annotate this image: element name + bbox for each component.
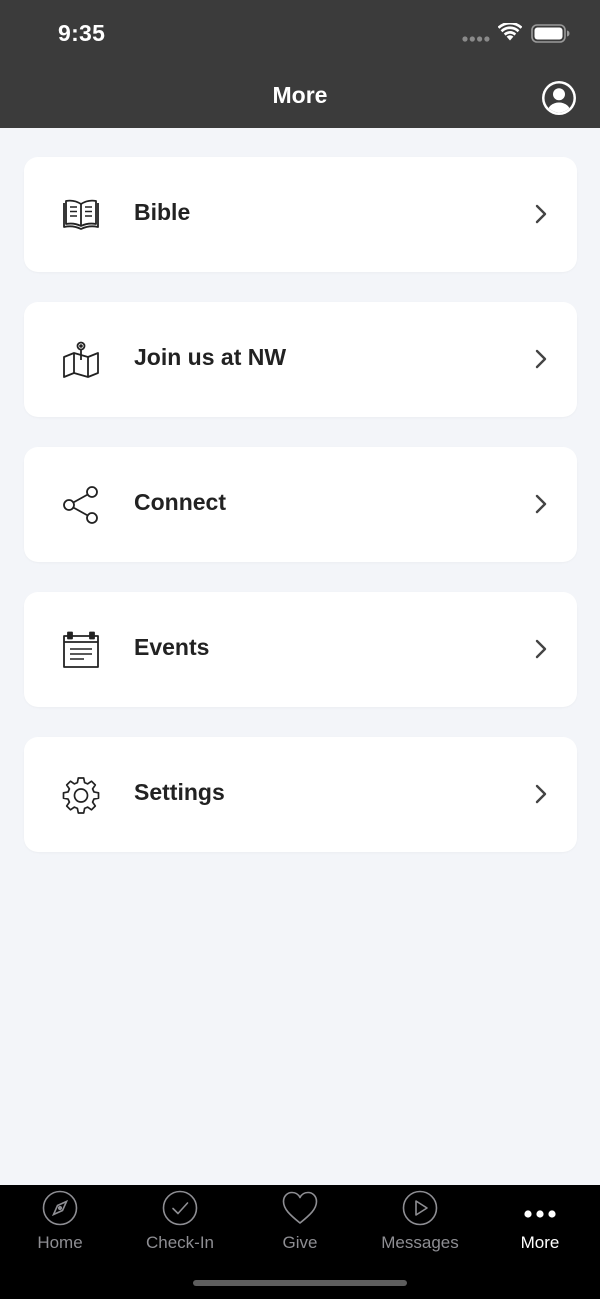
compass-icon bbox=[42, 1190, 78, 1226]
menu-item-settings[interactable]: Settings bbox=[24, 737, 577, 852]
app-header: 9:35 More bbox=[0, 0, 600, 128]
tab-messages[interactable]: Messages bbox=[360, 1185, 480, 1265]
chevron-right-icon bbox=[535, 204, 547, 224]
wifi-icon bbox=[498, 23, 522, 41]
page-title: More bbox=[272, 82, 328, 108]
menu-list: Bible Join us at NW Connect Events Setti… bbox=[24, 157, 577, 882]
calendar-icon bbox=[63, 631, 99, 668]
home-indicator[interactable] bbox=[193, 1280, 407, 1286]
play-circle-icon bbox=[402, 1190, 438, 1226]
open-book-icon bbox=[63, 199, 99, 230]
menu-item-label: Settings bbox=[134, 779, 225, 805]
menu-item-join-us[interactable]: Join us at NW bbox=[24, 302, 577, 417]
menu-item-connect[interactable]: Connect bbox=[24, 447, 577, 562]
tab-check-in[interactable]: Check-In bbox=[120, 1185, 240, 1265]
battery-icon bbox=[531, 24, 570, 43]
menu-item-label: Bible bbox=[134, 199, 191, 225]
tab-label: Give bbox=[282, 1233, 318, 1252]
user-avatar-icon[interactable] bbox=[541, 80, 577, 116]
tab-label: More bbox=[520, 1233, 560, 1252]
tab-label: Check-In bbox=[145, 1233, 215, 1252]
chevron-right-icon bbox=[535, 784, 547, 804]
menu-item-bible[interactable]: Bible bbox=[24, 157, 577, 272]
heart-icon bbox=[282, 1191, 318, 1224]
menu-item-label: Join us at NW bbox=[134, 344, 287, 370]
menu-item-label: Connect bbox=[134, 489, 226, 515]
status-time: 9:35 bbox=[58, 20, 106, 46]
tab-label: Messages bbox=[381, 1233, 459, 1252]
checkmark-circle-icon bbox=[162, 1190, 198, 1226]
tab-give[interactable]: Give bbox=[240, 1185, 360, 1265]
signal-dots-icon bbox=[462, 36, 490, 42]
more-dots-icon bbox=[524, 1210, 556, 1218]
menu-item-label: Events bbox=[134, 634, 210, 660]
share-icon bbox=[63, 486, 98, 524]
tab-label: Home bbox=[37, 1233, 83, 1252]
gear-icon bbox=[62, 777, 100, 814]
tab-home[interactable]: Home bbox=[0, 1185, 120, 1265]
chevron-right-icon bbox=[535, 349, 547, 369]
chevron-right-icon bbox=[535, 639, 547, 659]
menu-item-events[interactable]: Events bbox=[24, 592, 577, 707]
map-pin-icon bbox=[63, 341, 99, 378]
chevron-right-icon bbox=[535, 494, 547, 514]
tab-more[interactable]: More bbox=[480, 1185, 600, 1265]
